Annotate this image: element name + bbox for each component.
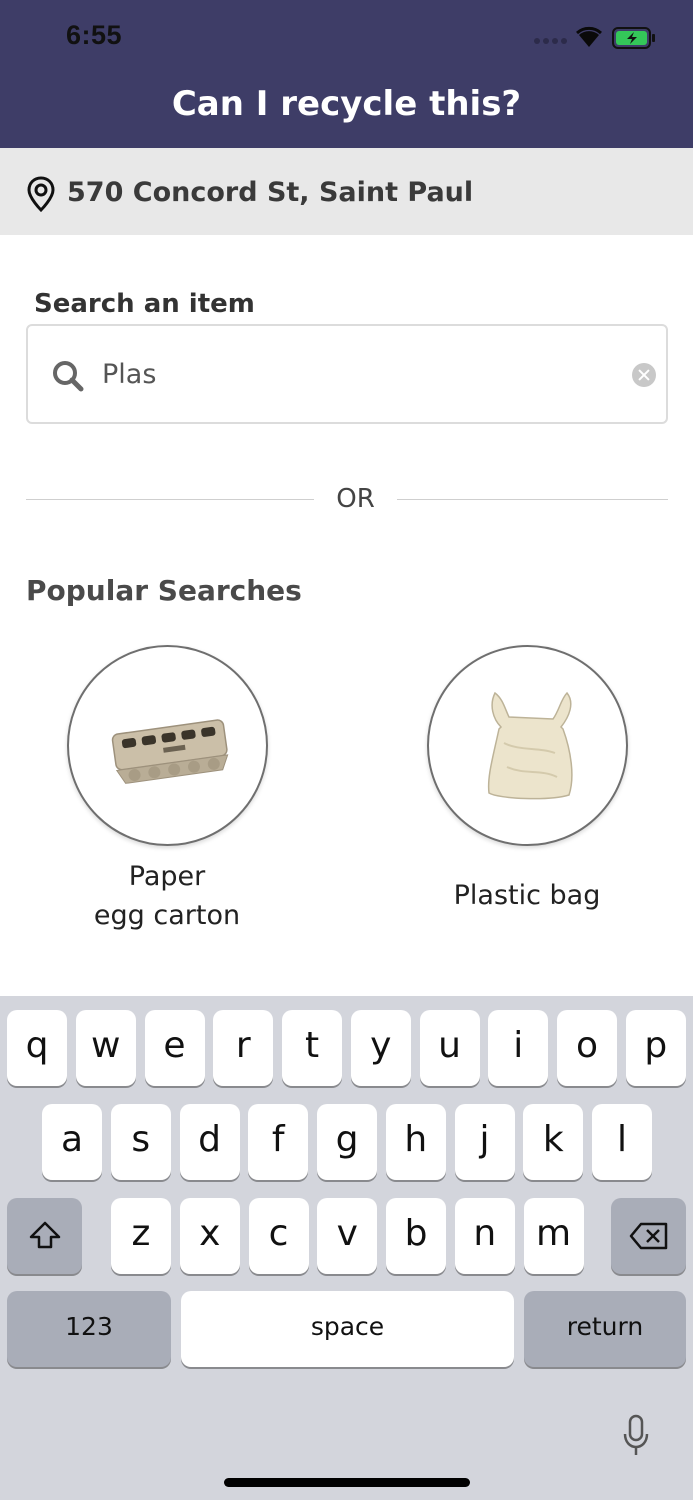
search-label: Search an item: [34, 289, 255, 319]
search-box[interactable]: [26, 324, 668, 424]
backspace-icon: [629, 1222, 667, 1250]
egg-carton-icon: [111, 719, 229, 784]
plastic-bag-icon: [487, 691, 573, 800]
key-t[interactable]: t: [282, 1010, 342, 1086]
app-header: 6:55 Can I recycle this?: [0, 0, 693, 148]
return-key[interactable]: return: [524, 1291, 686, 1367]
key-e[interactable]: e: [144, 1010, 205, 1086]
popular-item-label: Paper egg carton: [57, 857, 277, 935]
divider-line-left: [26, 499, 314, 500]
key-f[interactable]: f: [248, 1104, 309, 1180]
popular-searches-title: Popular Searches: [26, 574, 302, 607]
page-title: Can I recycle this?: [171, 84, 522, 124]
search-icon: [53, 361, 84, 392]
popular-item-label: Plastic bag: [453, 880, 601, 911]
location-address: 570 Concord St, Saint Paul: [67, 177, 474, 208]
shift-key[interactable]: [7, 1198, 82, 1274]
popular-item-label-line1: Paper: [128, 861, 206, 892]
key-u[interactable]: u: [419, 1010, 480, 1086]
key-s[interactable]: s: [110, 1104, 171, 1180]
divider-line-right: [397, 499, 668, 500]
key-l[interactable]: l: [592, 1104, 652, 1180]
egg-carton-image: [67, 645, 268, 846]
key-i[interactable]: i: [488, 1010, 549, 1086]
popular-item-egg-carton[interactable]: Paper egg carton: [57, 645, 277, 945]
key-q[interactable]: q: [7, 1010, 67, 1086]
key-a[interactable]: a: [42, 1104, 102, 1180]
key-y[interactable]: y: [350, 1010, 411, 1086]
status-time: 6:55: [66, 20, 123, 50]
key-v[interactable]: v: [317, 1198, 378, 1274]
search-input[interactable]: [102, 354, 602, 394]
key-h[interactable]: h: [385, 1104, 446, 1180]
cellular-signal-icon: [534, 36, 568, 46]
battery-icon: [612, 27, 655, 49]
key-z[interactable]: z: [111, 1198, 171, 1274]
microphone-icon[interactable]: [622, 1414, 650, 1458]
popular-item-label-line2: egg carton: [93, 900, 241, 931]
key-r[interactable]: r: [213, 1010, 274, 1086]
key-m[interactable]: m: [523, 1198, 584, 1274]
or-divider-text: OR: [336, 484, 375, 514]
popular-item-plastic-bag[interactable]: Plastic bag: [417, 645, 637, 945]
location-bar[interactable]: 570 Concord St, Saint Paul: [0, 148, 693, 235]
key-p[interactable]: p: [625, 1010, 686, 1086]
key-w[interactable]: w: [75, 1010, 136, 1086]
home-indicator: [224, 1478, 470, 1487]
key-k[interactable]: k: [523, 1104, 584, 1180]
key-b[interactable]: b: [386, 1198, 446, 1274]
clear-icon[interactable]: [632, 363, 656, 387]
wifi-icon: [576, 26, 602, 47]
space-key[interactable]: space: [181, 1291, 514, 1367]
location-pin-icon: [27, 176, 55, 212]
key-n[interactable]: n: [454, 1198, 515, 1274]
key-x[interactable]: x: [179, 1198, 240, 1274]
key-d[interactable]: d: [179, 1104, 240, 1180]
key-o[interactable]: o: [557, 1010, 617, 1086]
shift-icon: [29, 1221, 60, 1249]
key-g[interactable]: g: [317, 1104, 377, 1180]
numbers-key[interactable]: 123: [7, 1291, 171, 1367]
key-c[interactable]: c: [248, 1198, 309, 1274]
key-j[interactable]: j: [454, 1104, 515, 1180]
delete-key[interactable]: [611, 1198, 686, 1274]
plastic-bag-image: [427, 645, 628, 846]
